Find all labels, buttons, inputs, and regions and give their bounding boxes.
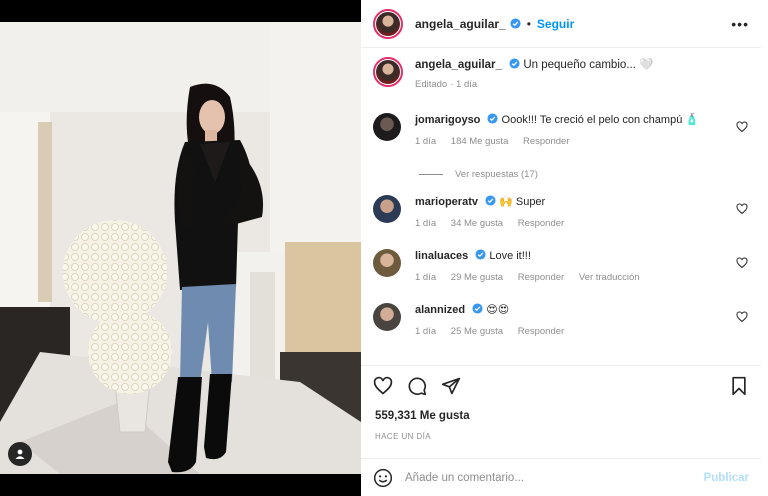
reply-button[interactable]: Responder xyxy=(518,326,564,337)
user-tag-button[interactable] xyxy=(8,442,32,466)
commenter-username[interactable]: marioperatv xyxy=(415,196,478,208)
comment-item: jomarigoyso Oook!!! Te creció el pelo co… xyxy=(373,113,758,149)
post-photo[interactable] xyxy=(0,22,361,474)
commenter-username[interactable]: alannized xyxy=(415,304,465,316)
reply-button[interactable]: Responder xyxy=(518,218,564,229)
commenter-username[interactable]: jomarigoyso xyxy=(415,114,480,126)
caption-text: Un pequeño cambio... 🤍 xyxy=(523,59,654,71)
comment-item: linaluaces Love it!!! 1 día 29 Me gusta … xyxy=(373,249,758,285)
caption-username[interactable]: angela_aguilar_ xyxy=(415,59,502,71)
likes-count[interactable]: 559,331 Me gusta xyxy=(375,410,470,422)
comment-likes[interactable]: 29 Me gusta xyxy=(451,272,503,283)
replies-divider xyxy=(419,174,443,175)
more-options-icon[interactable]: ••• xyxy=(731,16,749,32)
header-separator: • xyxy=(526,16,531,31)
caption-time[interactable]: · 1 día xyxy=(450,79,477,90)
post-header: angela_aguilar_ • Seguir ••• xyxy=(361,0,761,48)
commenter-avatar[interactable] xyxy=(373,113,401,141)
post-timestamp[interactable]: HACE UN DÍA xyxy=(375,432,431,441)
post-caption: angela_aguilar_ Un pequeño cambio... 🤍 E… xyxy=(373,57,653,93)
bookmark-icon[interactable] xyxy=(729,376,749,396)
comment-text: 🙌 Super xyxy=(499,196,546,208)
comment-item: marioperatv 🙌 Super 1 día 34 Me gusta Re… xyxy=(373,195,758,231)
heart-icon[interactable] xyxy=(373,376,393,396)
comment-likes[interactable]: 25 Me gusta xyxy=(451,326,503,337)
commenter-avatar[interactable] xyxy=(373,195,401,223)
reply-button[interactable]: Responder xyxy=(518,272,564,283)
comment-heart-icon[interactable] xyxy=(736,311,748,323)
verified-badge-icon xyxy=(510,18,521,29)
author-username[interactable]: angela_aguilar_ xyxy=(415,17,506,31)
comment-heart-icon[interactable] xyxy=(736,257,748,269)
smiley-face-icon[interactable] xyxy=(373,468,393,488)
post-comment-button[interactable]: Publicar xyxy=(704,472,749,484)
verified-badge-icon xyxy=(472,303,483,314)
comment-likes[interactable]: 184 Me gusta xyxy=(451,136,509,147)
commenter-avatar[interactable] xyxy=(373,249,401,277)
user-tag-icon xyxy=(15,449,25,459)
comment-text: Oook!!! Te creció el pelo con champú 🧴 xyxy=(501,114,700,126)
comment-bubble-icon[interactable] xyxy=(407,376,427,396)
add-comment-bar: Publicar xyxy=(361,458,761,496)
see-translation-button[interactable]: Ver traducción xyxy=(579,272,640,283)
follow-button[interactable]: Seguir xyxy=(537,17,574,31)
author-avatar[interactable] xyxy=(373,8,403,39)
comment-time[interactable]: 1 día xyxy=(415,326,436,337)
comments-list[interactable]: angela_aguilar_ Un pequeño cambio... 🤍 E… xyxy=(361,49,761,365)
verified-badge-icon xyxy=(485,195,496,206)
comment-heart-icon[interactable] xyxy=(736,121,748,133)
comment-time[interactable]: 1 día xyxy=(415,218,436,229)
verified-badge-icon xyxy=(475,249,486,260)
comment-text: Love it!!! xyxy=(489,250,531,262)
comment-time[interactable]: 1 día xyxy=(415,272,436,283)
caption-avatar[interactable] xyxy=(373,57,403,87)
commenter-avatar[interactable] xyxy=(373,303,401,331)
paper-plane-icon[interactable] xyxy=(441,376,461,396)
comment-input[interactable] xyxy=(405,471,704,484)
reply-button[interactable]: Responder xyxy=(523,136,569,147)
commenter-username[interactable]: linaluaces xyxy=(415,250,468,262)
comment-item: alannized 😍😍 1 día 25 Me gusta Responder xyxy=(373,303,758,339)
caption-edited: Editado xyxy=(415,79,448,90)
comment-likes[interactable]: 34 Me gusta xyxy=(451,218,503,229)
verified-badge-icon xyxy=(509,58,520,69)
post-detail-panel: angela_aguilar_ • Seguir ••• angela_agui… xyxy=(361,0,768,496)
comment-heart-icon[interactable] xyxy=(736,203,748,215)
comment-time[interactable]: 1 día xyxy=(415,136,436,147)
verified-badge-icon xyxy=(487,113,499,124)
post-image xyxy=(0,22,361,474)
view-replies-label: Ver respuestas (17) xyxy=(455,169,538,180)
comment-text: 😍😍 xyxy=(486,304,510,316)
view-replies-button[interactable]: Ver respuestas (17) xyxy=(419,169,538,180)
